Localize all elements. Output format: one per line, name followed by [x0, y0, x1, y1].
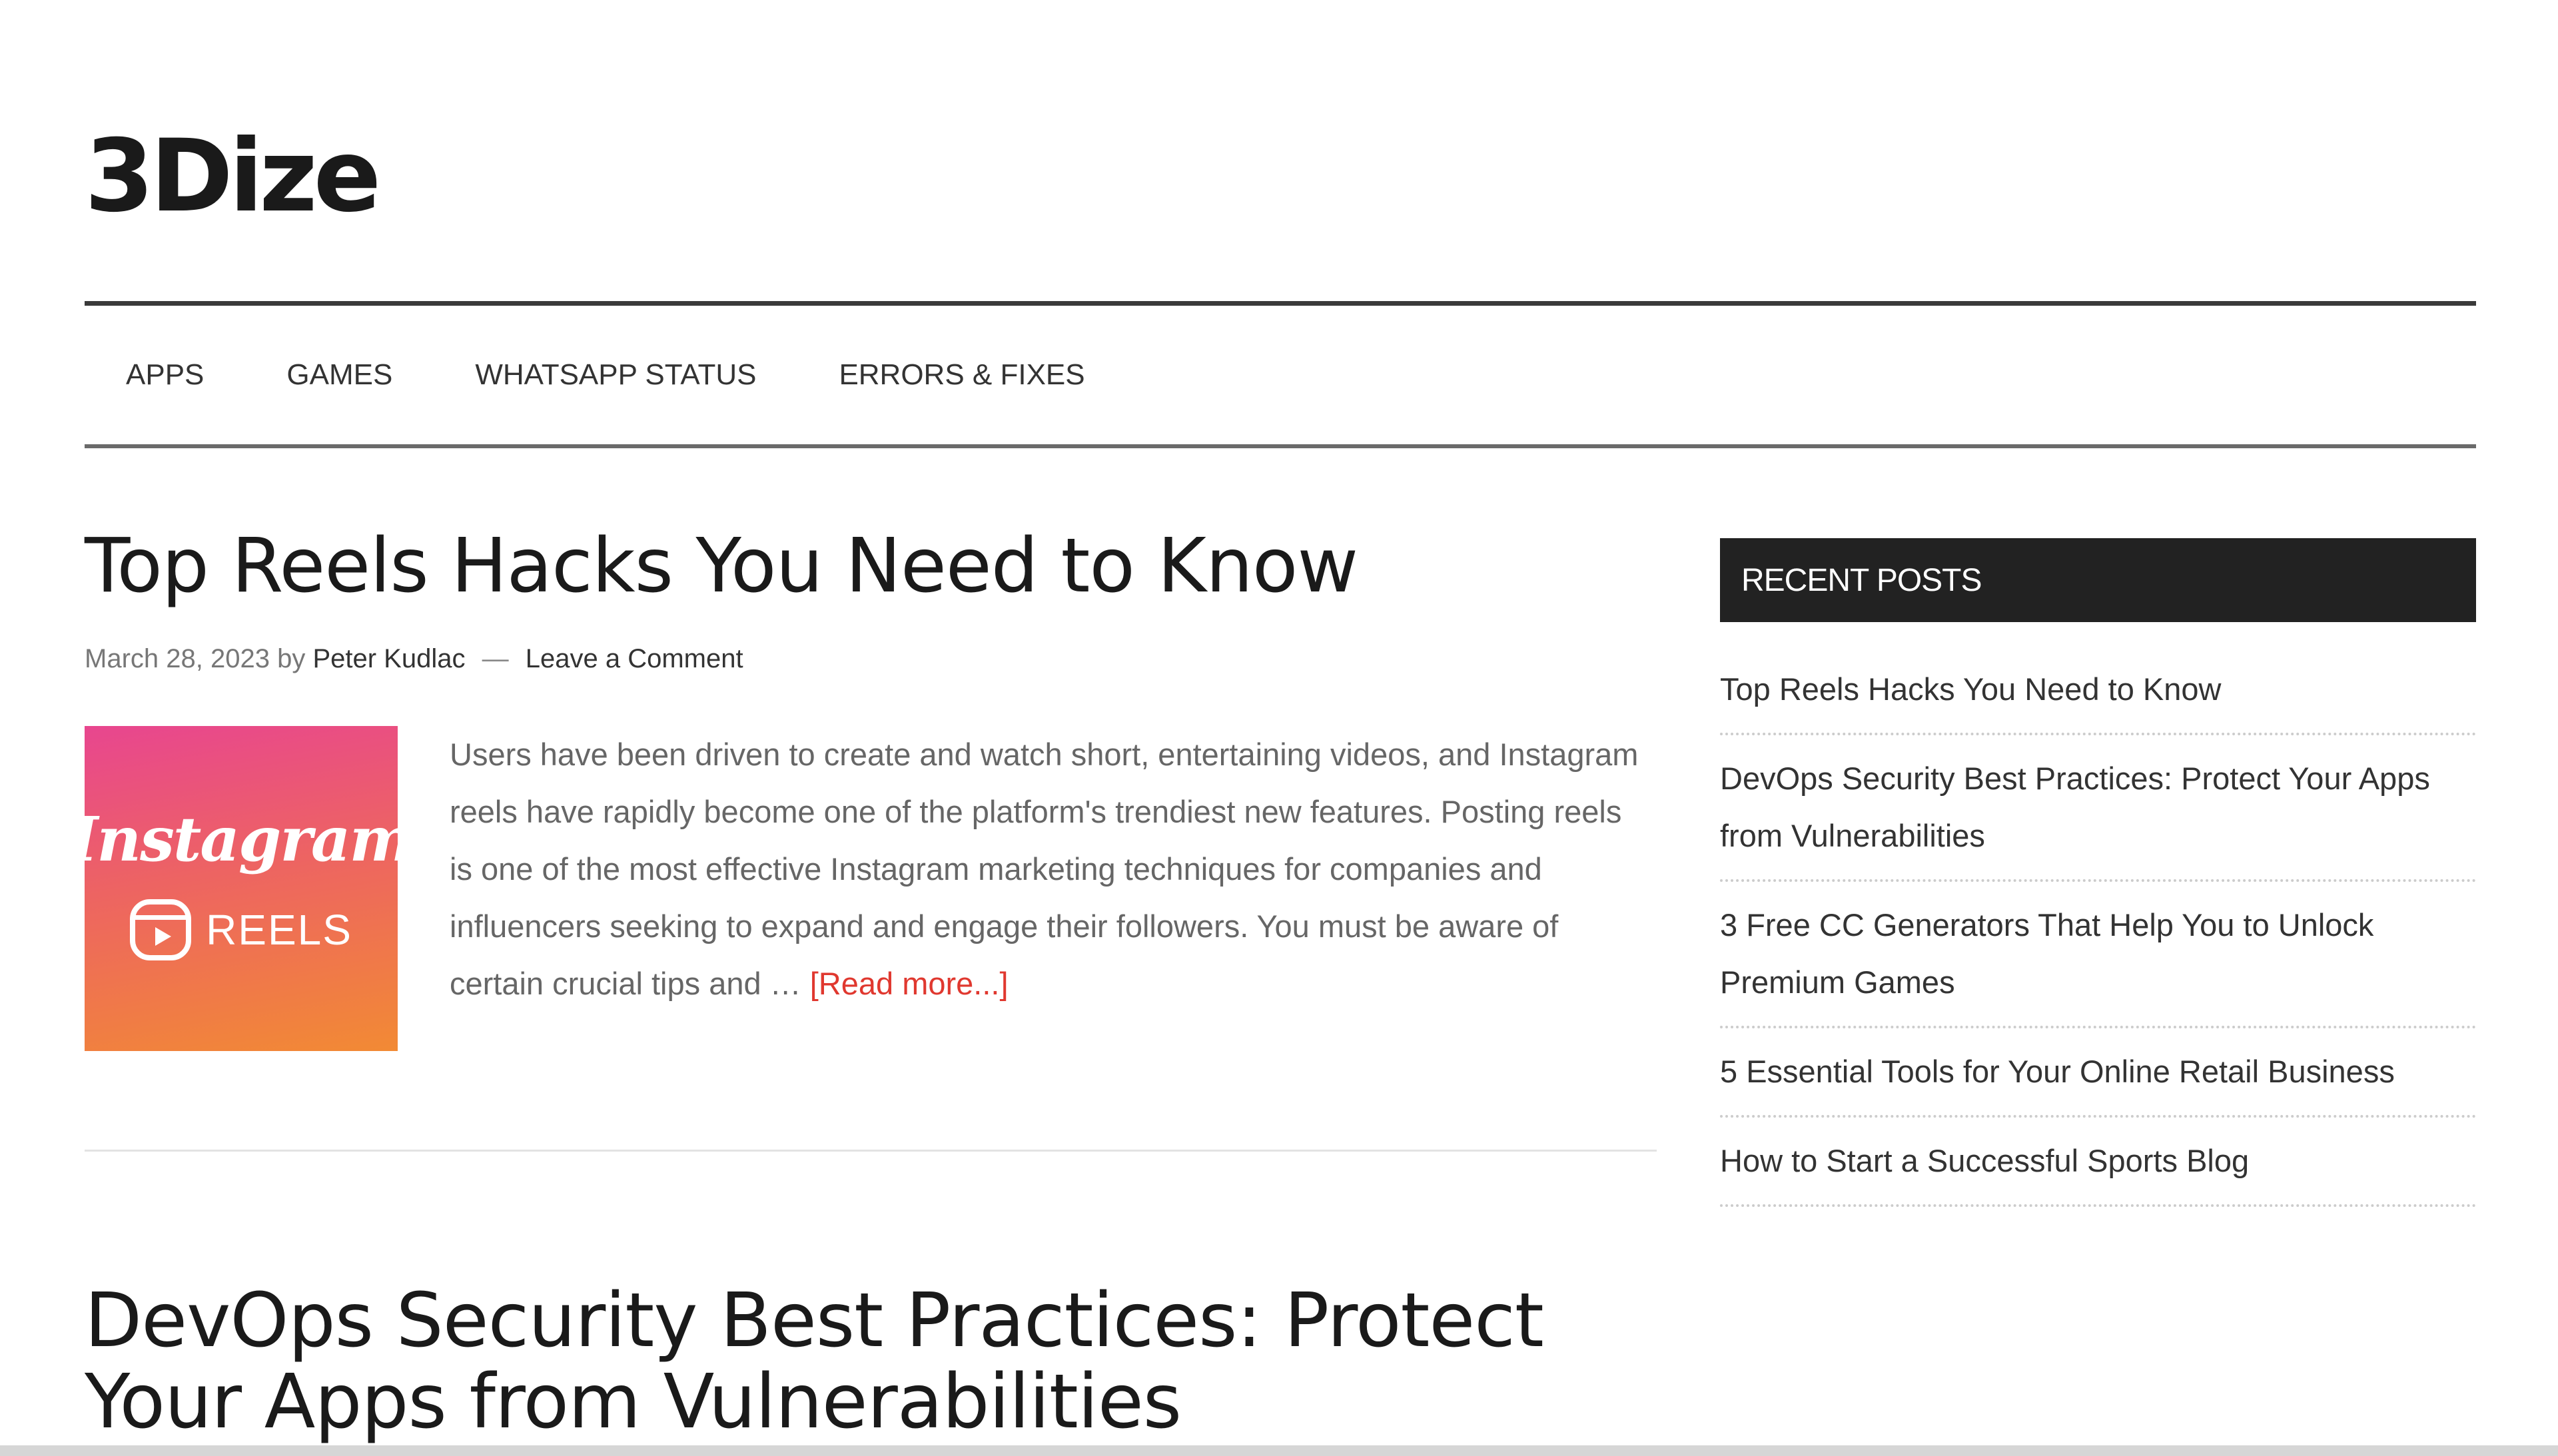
nav-bottom-rule	[85, 444, 2476, 448]
nav-item-games[interactable]: GAMES	[245, 358, 434, 392]
post-by: by	[277, 643, 306, 673]
read-more-link[interactable]: [Read more...]	[810, 966, 1009, 1001]
thumbnail-label-row: REELS	[130, 899, 352, 960]
recent-posts-list: Top Reels Hacks You Need to Know DevOps …	[1720, 646, 2476, 1207]
recent-post-link[interactable]: DevOps Security Best Practices: Protect …	[1720, 735, 2476, 882]
main-nav: APPS GAMES WHATSAPP STATUS ERRORS & FIXE…	[85, 306, 1126, 444]
recent-post-link[interactable]: How to Start a Successful Sports Blog	[1720, 1118, 2476, 1207]
post-thumbnail[interactable]: Instagram REELS	[69, 725, 414, 1051]
post-entry: Instagram REELS Users have been driven t…	[69, 725, 1657, 1051]
recent-post-link[interactable]: Top Reels Hacks You Need to Know	[1720, 646, 2476, 735]
post-excerpt: Users have been driven to create and wat…	[450, 726, 1642, 1012]
reels-icon	[130, 899, 192, 960]
recent-post-link[interactable]: 5 Essential Tools for Your Online Retail…	[1720, 1028, 2476, 1118]
nav-top-rule	[85, 301, 2476, 306]
recent-post-link[interactable]: 3 Free CC Generators That Help You to Un…	[1720, 882, 2476, 1028]
nav-item-apps[interactable]: APPS	[85, 358, 245, 392]
post-excerpt-text: Users have been driven to create and wat…	[450, 736, 1639, 1001]
thumbnail-word: Instagram	[69, 803, 414, 875]
leave-comment-link[interactable]: Leave a Comment	[526, 644, 743, 673]
post-date: March 28, 2023	[85, 643, 270, 673]
meta-separator: —	[482, 643, 509, 673]
thumbnail-label: REELS	[206, 905, 352, 954]
main-content: Top Reels Hacks You Need to Know March 2…	[69, 526, 1657, 1051]
post-divider	[85, 1150, 1657, 1152]
post-author[interactable]: Peter Kudlac	[312, 644, 465, 673]
recent-posts-heading: RECENT POSTS	[1720, 538, 2476, 622]
post-title-2[interactable]: DevOps Security Best Practices: Protect …	[85, 1280, 1617, 1443]
nav-item-whatsapp-status[interactable]: WHATSAPP STATUS	[434, 358, 797, 392]
post-meta: March 28, 2023 by Peter Kudlac — Leave a…	[85, 644, 1657, 674]
sidebar: RECENT POSTS Top Reels Hacks You Need to…	[1720, 538, 2476, 1207]
post-article: Top Reels Hacks You Need to Know March 2…	[69, 526, 1657, 1051]
bottom-bar	[0, 1445, 2558, 1456]
post-title[interactable]: Top Reels Hacks You Need to Know	[85, 526, 1657, 607]
nav-item-errors-fixes[interactable]: ERRORS & FIXES	[797, 358, 1126, 392]
site-title[interactable]: 3Dize	[85, 127, 381, 226]
